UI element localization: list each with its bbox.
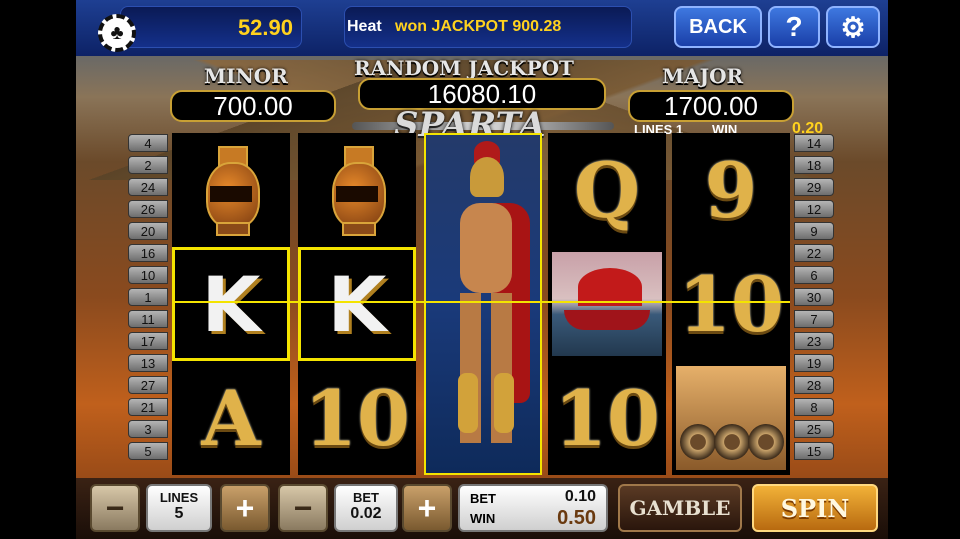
line-number-tab[interactable]: 15	[794, 442, 834, 460]
reel-5: 9 10	[672, 133, 790, 475]
line-number-tab[interactable]: 21	[128, 398, 168, 416]
ship-symbol	[548, 247, 666, 361]
line-number-tab[interactable]: 28	[794, 376, 834, 394]
reel-4: Q 10	[548, 133, 666, 475]
ace-symbol: A	[201, 373, 261, 463]
line-number-tab[interactable]: 26	[128, 200, 168, 218]
help-button[interactable]: ?	[768, 6, 820, 48]
line-number-tab[interactable]: 10	[128, 266, 168, 284]
line-number-tab[interactable]: 19	[794, 354, 834, 372]
line-number-tab[interactable]: 6	[794, 266, 834, 284]
amphora-symbol	[172, 133, 290, 247]
lines-plus-button[interactable]: +	[220, 484, 270, 532]
line-number-tab[interactable]: 14	[794, 134, 834, 152]
minor-jackpot-value: 700.00	[170, 90, 336, 122]
line-number-tab[interactable]: 12	[794, 200, 834, 218]
shields-symbol	[672, 361, 790, 475]
line-number-tab[interactable]: 16	[128, 244, 168, 262]
line-number-tab[interactable]: 25	[794, 420, 834, 438]
back-button[interactable]: BACK	[674, 6, 762, 48]
ten-symbol: 10	[554, 373, 660, 463]
line-number-tab[interactable]: 18	[794, 156, 834, 174]
line-number-tab[interactable]: 2	[128, 156, 168, 174]
line-number-tab[interactable]: 29	[794, 178, 834, 196]
line-number-tab[interactable]: 24	[128, 178, 168, 196]
bet-minus-button[interactable]: −	[278, 484, 328, 532]
lines-value: 5	[174, 505, 184, 522]
line-number-tab[interactable]: 1	[128, 288, 168, 306]
total-bet-label: BET	[470, 491, 496, 506]
bet-value: 0.02	[350, 505, 382, 522]
king-symbol: K	[172, 247, 290, 361]
minor-jackpot-label: MINOR	[204, 64, 288, 88]
major-jackpot-value: 1700.00	[628, 90, 794, 122]
game-stage: 52.90 ♣ Heat won JACKPOT 900.28 BACK ? ⚙…	[76, 0, 888, 539]
line-number-tab[interactable]: 8	[794, 398, 834, 416]
king-symbol: K	[298, 247, 416, 361]
line-number-tab[interactable]: 17	[128, 332, 168, 350]
win-label: WIN	[470, 511, 496, 526]
line-number-tab[interactable]: 30	[794, 288, 834, 306]
jackpot-ticker: Heat won JACKPOT 900.28	[344, 6, 632, 48]
line-number-tab[interactable]: 11	[128, 310, 168, 328]
settings-button[interactable]: ⚙	[826, 6, 880, 48]
line-number-tab[interactable]: 4	[128, 134, 168, 152]
spin-button[interactable]: SPIN	[752, 484, 878, 532]
ten-symbol: 10	[678, 259, 784, 349]
amphora-symbol	[298, 133, 416, 247]
line-number-tab[interactable]: 23	[794, 332, 834, 350]
line-number-tab[interactable]: 22	[794, 244, 834, 262]
ticker-message: won JACKPOT 900.28	[395, 18, 562, 35]
lines-minus-button[interactable]: −	[90, 484, 140, 532]
lines-display: LINES 5	[146, 484, 212, 532]
bet-win-display: BET 0.10 WIN 0.50	[458, 484, 608, 532]
wild-reel-frame	[424, 133, 542, 475]
balance-value: 52.90	[237, 15, 293, 40]
gear-icon: ⚙	[840, 11, 866, 43]
bet-label: BET	[353, 490, 379, 505]
line-number-tab[interactable]: 5	[128, 442, 168, 460]
major-jackpot-label: MAJOR	[662, 64, 744, 88]
balance-display: 52.90	[120, 6, 302, 48]
reel-1: K A	[172, 133, 290, 475]
ticker-name: Heat	[347, 18, 382, 35]
line-number-tab[interactable]: 9	[794, 222, 834, 240]
bet-display: BET 0.02	[334, 484, 398, 532]
win-value: 0.50	[557, 507, 596, 529]
nine-symbol: 9	[704, 145, 758, 235]
reel-2: K 10	[298, 133, 416, 475]
top-bar: 52.90 ♣ Heat won JACKPOT 900.28 BACK ? ⚙	[76, 0, 888, 56]
random-jackpot-label: RANDOM JACKPOT	[354, 56, 574, 80]
total-bet-value: 0.10	[564, 488, 596, 505]
line-number-tab[interactable]: 13	[128, 354, 168, 372]
line-number-tab[interactable]: 7	[794, 310, 834, 328]
club-chip-icon: ♣	[98, 14, 136, 52]
lines-label: LINES	[159, 490, 199, 505]
line-number-tab[interactable]: 20	[128, 222, 168, 240]
bet-plus-button[interactable]: +	[402, 484, 452, 532]
ten-symbol: 10	[304, 373, 410, 463]
line-number-tab[interactable]: 3	[128, 420, 168, 438]
queen-symbol: Q	[573, 145, 641, 235]
line-number-tab[interactable]: 27	[128, 376, 168, 394]
winning-payline	[172, 301, 790, 303]
gamble-button[interactable]: GAMBLE	[618, 484, 742, 532]
